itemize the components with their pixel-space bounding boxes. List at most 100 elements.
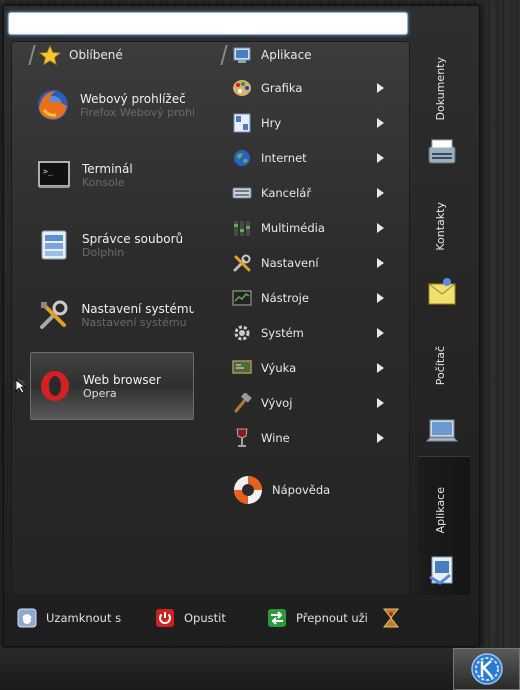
svg-text:>_: >_ (43, 167, 53, 176)
category-label: Wine (261, 431, 290, 445)
lock-session-button[interactable]: Uzamknout s (16, 603, 136, 633)
tab-computer[interactable]: Počítač (418, 318, 470, 450)
applications-header-label: Aplikace (261, 48, 312, 62)
favorites-header-label: Oblíbené (69, 48, 123, 62)
category-label: Hry (261, 116, 282, 130)
tab-applications[interactable]: Aplikace (418, 456, 470, 595)
category-system[interactable]: Systém (232, 320, 387, 346)
session-bar: Uzamknout s Opustit Přepnout uži (6, 600, 476, 636)
contacts-icon (428, 278, 456, 305)
tab-label: Kontakty (434, 202, 447, 251)
category-label: Multimédia (261, 221, 325, 235)
hourglass-button[interactable] (380, 603, 410, 633)
leave-label: Opustit (184, 611, 226, 625)
hourglass-icon (380, 607, 402, 629)
category-development[interactable]: Vývoj (232, 390, 387, 416)
category-education[interactable]: Výuka (232, 355, 387, 381)
help-label: Nápověda (272, 483, 331, 497)
power-icon (154, 607, 176, 629)
switch-user-button[interactable]: Přepnout uži (266, 603, 376, 633)
multimedia-icon (232, 218, 252, 238)
tab-label: Aplikace (434, 487, 447, 534)
development-hammer-icon (232, 393, 252, 413)
favorites-header: Oblíbené (28, 43, 123, 67)
kde-launcher-button[interactable] (453, 648, 520, 690)
tab-label: Počítač (434, 346, 447, 386)
favorite-subtitle: Nastavení systému (81, 315, 187, 329)
star-icon (39, 45, 61, 65)
category-label: Výuka (261, 361, 297, 375)
favorite-item-system-settings[interactable]: Nastavení systému Nastavení systému (30, 282, 194, 348)
favorite-title: Web browser (83, 372, 161, 387)
category-settings[interactable]: Nastavení (232, 250, 387, 276)
category-multimedia[interactable]: Multimédia (232, 215, 387, 241)
search-input[interactable] (8, 12, 408, 35)
submenu-arrow-icon (377, 223, 384, 233)
category-label: Nastavení (261, 256, 319, 270)
palette-icon (232, 78, 252, 98)
submenu-arrow-icon (377, 328, 384, 338)
submenu-arrow-icon (377, 153, 384, 163)
submenu-arrow-icon (377, 433, 384, 443)
education-icon (232, 358, 252, 378)
lock-screen-icon (16, 607, 38, 629)
tab-label: Dokumenty (434, 57, 447, 121)
favorite-title: Správce souborů (82, 231, 184, 246)
category-label: Systém (261, 326, 304, 340)
games-icon (232, 113, 252, 133)
category-label: Vývoj (261, 396, 293, 410)
favorite-title: Terminál (82, 161, 133, 176)
favorite-item-file-manager[interactable]: Správce souborů Dolphin (30, 212, 194, 278)
typewriter-icon (428, 139, 456, 164)
favorite-item-terminal[interactable]: >_ Terminál Konsole (30, 142, 194, 208)
tab-contacts[interactable]: Kontakty (418, 180, 470, 310)
category-label: Kancelář (261, 186, 312, 200)
file-manager-icon (36, 227, 72, 263)
category-graphics[interactable]: Grafika (232, 75, 387, 101)
system-settings-icon (36, 297, 71, 333)
favorite-subtitle: Firefox Webový prohlížeč (80, 105, 194, 119)
utilities-icon (232, 288, 252, 308)
category-label: Internet (261, 151, 307, 165)
category-office[interactable]: Kancelář (232, 180, 387, 206)
submenu-arrow-icon (377, 293, 384, 303)
submenu-arrow-icon (377, 188, 384, 198)
category-games[interactable]: Hry (232, 110, 387, 136)
computer-icon (426, 419, 458, 442)
switch-user-icon (266, 607, 288, 629)
switch-user-label: Přepnout uži (296, 611, 368, 625)
favorite-title: Nastavení systému (81, 301, 194, 316)
submenu-arrow-icon (377, 83, 384, 93)
category-wine[interactable]: Wine (232, 425, 387, 451)
settings-tools-icon (232, 253, 252, 273)
help-item[interactable]: Nápověda (232, 474, 330, 506)
favorite-item-opera[interactable]: Web browser Opera (30, 352, 194, 420)
kde-logo-icon (470, 653, 503, 685)
tab-documents[interactable]: Dokumenty (418, 45, 470, 170)
submenu-arrow-icon (377, 118, 384, 128)
firefox-icon (36, 87, 70, 123)
submenu-arrow-icon (377, 258, 384, 268)
category-utilities[interactable]: Nástroje (232, 285, 387, 311)
favorite-subtitle: Opera (83, 386, 117, 400)
mouse-cursor-icon (14, 379, 26, 394)
category-internet[interactable]: Internet (232, 145, 387, 171)
globe-icon (232, 148, 252, 168)
opera-icon (37, 368, 73, 404)
favorite-title: Webový prohlížeč (80, 91, 186, 106)
favorite-subtitle: Dolphin (82, 245, 125, 259)
lifebuoy-icon (234, 476, 262, 504)
terminal-icon: >_ (36, 157, 72, 193)
category-label: Nástroje (261, 291, 309, 305)
category-label: Grafika (261, 81, 303, 95)
favorite-subtitle: Konsole (82, 175, 125, 189)
wine-glass-icon (232, 428, 252, 448)
submenu-arrow-icon (377, 398, 384, 408)
applications-header-icon (231, 45, 253, 65)
submenu-arrow-icon (377, 363, 384, 373)
favorite-item-web-browser[interactable]: Webový prohlížeč Firefox Webový prohlíže… (30, 72, 194, 138)
applications-icon (429, 556, 453, 585)
taskbar (0, 648, 520, 690)
lock-label: Uzamknout s (46, 611, 122, 625)
leave-button[interactable]: Opustit (154, 603, 254, 633)
